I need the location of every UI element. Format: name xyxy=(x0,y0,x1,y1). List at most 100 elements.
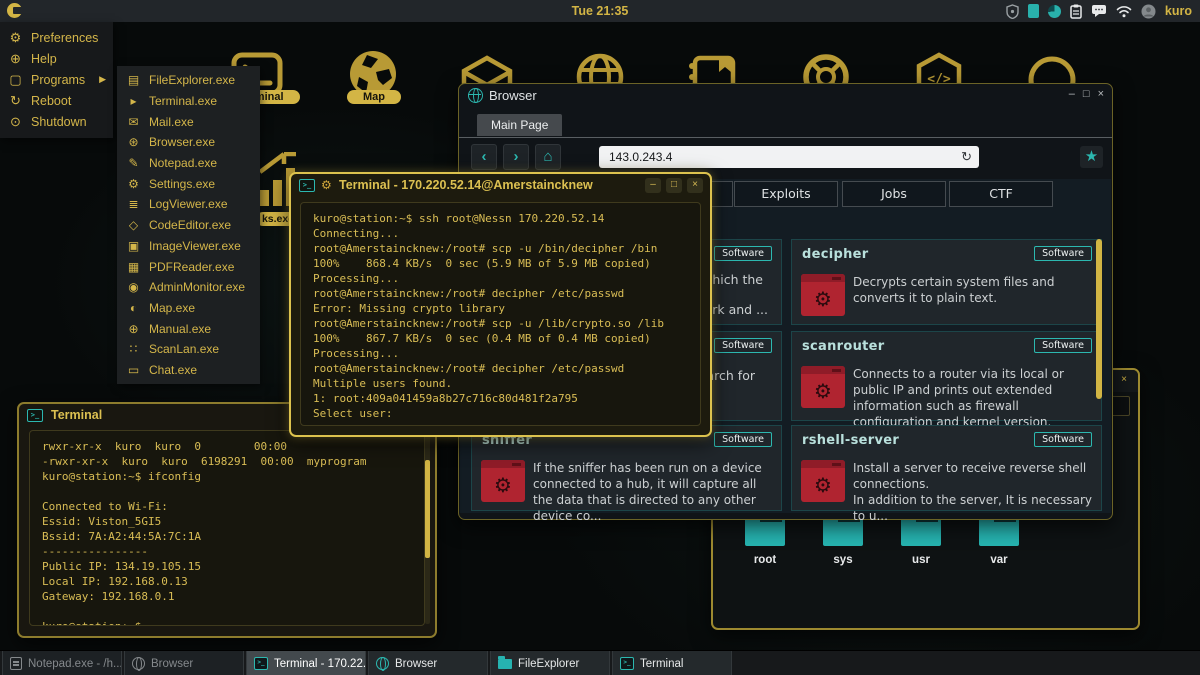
minimize-button[interactable]: – xyxy=(1069,88,1075,100)
browser-tab-main-page[interactable]: Main Page xyxy=(477,114,562,136)
programs-menu-item[interactable]: ▭ Chat.exe xyxy=(117,360,260,381)
username[interactable]: kuro xyxy=(1165,4,1192,18)
terminal-output[interactable]: kuro@station:~$ ssh root@Nessn 170.220.5… xyxy=(300,202,701,426)
back-button[interactable]: ‹ xyxy=(471,144,497,170)
close-icon[interactable]: × xyxy=(1116,373,1132,388)
taskbar-item-browser-2[interactable]: Browser xyxy=(368,651,488,675)
wifi-icon xyxy=(1116,5,1132,18)
terminal-line: root@Amerstaincknew:/root# decipher /etc… xyxy=(313,361,688,376)
gear-icon: ⚙ xyxy=(8,30,23,46)
programs-menu-item[interactable]: ✎ Notepad.exe xyxy=(117,153,260,174)
menu-item-preferences[interactable]: ⚙ Preferences xyxy=(0,27,113,48)
programs-menu-item[interactable]: ◐ Map.exe xyxy=(117,298,260,319)
terminal-remote-window: >_ ⚙ Terminal - 170.220.52.14@Amerstainc… xyxy=(289,172,712,437)
software-app-icon: ⚙ xyxy=(801,366,845,408)
program-label: FileExplorer.exe xyxy=(149,73,235,87)
program-app-icon: ≣ xyxy=(126,197,141,211)
close-icon[interactable]: × xyxy=(687,178,703,193)
terminal-local-window: >_ Terminal rwxr-xr-x kuro kuro 0 00:00-… xyxy=(17,402,437,638)
menu-item-programs[interactable]: ▢ Programs ▶ xyxy=(0,69,113,90)
segment-tab-exploits[interactable]: Exploits xyxy=(734,181,838,207)
terminal-line: Connecting... xyxy=(313,226,688,241)
browser-scrollbar[interactable] xyxy=(1096,239,1102,399)
program-app-icon: ⊕ xyxy=(126,322,141,336)
programs-menu-item[interactable]: ▣ ImageViewer.exe xyxy=(117,236,260,257)
terminal-line: Gateway: 192.168.0.1 xyxy=(42,589,412,604)
programs-menu-item[interactable]: ≣ LogViewer.exe xyxy=(117,194,260,215)
software-card-scanrouter[interactable]: scanrouter Software ⚙ Connects to a rout… xyxy=(791,331,1102,421)
taskbar-item-browser-1[interactable]: Browser xyxy=(124,651,244,675)
avatar-icon[interactable] xyxy=(1141,4,1156,19)
taskbar-item-label: Browser xyxy=(151,658,193,670)
terminal-line: Multiple users found. xyxy=(313,376,688,391)
bookmark-button[interactable]: ★ xyxy=(1080,146,1103,168)
program-label: Terminal.exe xyxy=(149,94,217,108)
terminal-line: rwxr-xr-x kuro kuro 0 00:00 xyxy=(42,439,412,454)
terminal-title: Terminal xyxy=(51,408,102,422)
taskbar-item-terminal-local[interactable]: >_ Terminal xyxy=(612,651,732,675)
programs-menu-item[interactable]: ▤ FileExplorer.exe xyxy=(117,70,260,91)
programs-menu-item[interactable]: ∷ ScanLan.exe xyxy=(117,339,260,360)
clipboard-icon xyxy=(1070,4,1082,19)
menu-item-help[interactable]: ⊕ Help xyxy=(0,48,113,69)
terminal-output[interactable]: rwxr-xr-x kuro kuro 0 00:00-rwxr-xr-x ku… xyxy=(29,430,425,626)
program-app-icon: ▸ xyxy=(126,94,141,108)
software-app-icon: ⚙ xyxy=(481,460,525,502)
software-card-sniffer[interactable]: sniffer Software ⚙ If the sniffer has be… xyxy=(471,425,782,511)
terminal-line: Bssid: 7A:A2:44:5A:7C:1A xyxy=(42,529,412,544)
terminal-line: root@Amerstaincknew:/root# scp -u /lib/c… xyxy=(313,316,688,331)
terminal-line: Processing... xyxy=(313,346,688,361)
programs-menu-item[interactable]: ⊛ Browser.exe xyxy=(117,132,260,153)
programs-menu-item[interactable]: ◇ CodeEditor.exe xyxy=(117,215,260,236)
menu-item-shutdown[interactable]: ⊙ Shutdown xyxy=(0,111,113,132)
program-label: AdminMonitor.exe xyxy=(149,280,245,294)
terminal-line: 100% 868.4 KB/s 0 sec (5.9 MB of 5.9 MB … xyxy=(313,256,688,271)
terminal-titlebar[interactable]: >_ ⚙ Terminal - 170.220.52.14@Amerstainc… xyxy=(291,174,710,198)
refresh-icon[interactable]: ↻ xyxy=(961,146,972,168)
browser-icon xyxy=(376,657,389,670)
software-app-icon: ⚙ xyxy=(801,460,845,502)
programs-menu-item[interactable]: ▸ Terminal.exe xyxy=(117,91,260,112)
folder-icon xyxy=(498,659,512,669)
close-icon[interactable]: × xyxy=(1098,88,1104,100)
tab-divider xyxy=(459,137,1112,138)
terminal-line: 1: root:409a041459a8b27c716c80d481f2a795 xyxy=(313,391,688,406)
card-title: rshell-server xyxy=(802,433,899,448)
taskbar: Notepad.exe - /h... Browser >_ Terminal … xyxy=(0,650,1200,675)
browser-icon xyxy=(132,657,145,670)
minimize-button[interactable]: – xyxy=(645,178,661,193)
menu-item-reboot[interactable]: ↻ Reboot xyxy=(0,90,113,111)
taskbar-item-fileexplorer[interactable]: FileExplorer xyxy=(490,651,610,675)
programs-menu-item[interactable]: ⊕ Manual.exe xyxy=(117,318,260,339)
home-button[interactable]: ⌂ xyxy=(535,144,561,170)
address-bar[interactable]: 143.0.243.4 ↻ xyxy=(599,146,979,168)
program-label: Map.exe xyxy=(149,301,195,315)
taskbar-item-notepad[interactable]: Notepad.exe - /h... xyxy=(2,651,122,675)
browser-titlebar[interactable]: Browser – □ × xyxy=(459,84,1112,108)
software-card-decipher[interactable]: decipher Software ⚙ Decrypts certain sys… xyxy=(791,239,1102,325)
terminal-icon: >_ xyxy=(254,657,268,670)
program-app-icon: ▭ xyxy=(126,363,141,377)
programs-menu-item[interactable]: ✉ Mail.exe xyxy=(117,111,260,132)
maximize-button[interactable]: □ xyxy=(666,178,682,193)
programs-menu-item[interactable]: ⚙ Settings.exe xyxy=(117,173,260,194)
program-app-icon: ▣ xyxy=(126,239,141,253)
notepad-icon xyxy=(10,657,22,670)
scrollbar-thumb[interactable] xyxy=(425,460,430,558)
terminal-line: kuro@station:~$ ifconfig xyxy=(42,469,412,484)
terminal-line: kuro@station:~$ ssh root@Nessn 170.220.5… xyxy=(313,211,688,226)
forward-button[interactable]: › xyxy=(503,144,529,170)
programs-menu-item[interactable]: ◉ AdminMonitor.exe xyxy=(117,277,260,298)
programs-menu-item[interactable]: ▦ PDFReader.exe xyxy=(117,256,260,277)
program-app-icon: ✎ xyxy=(126,156,141,170)
terminal-line: Essid: Viston_5GI5 xyxy=(42,514,412,529)
address-text: 143.0.243.4 xyxy=(609,150,672,164)
maximize-button[interactable]: □ xyxy=(1083,88,1090,100)
taskbar-item-terminal-remote[interactable]: >_ Terminal - 170.22... xyxy=(246,651,366,675)
card-title: scanrouter xyxy=(802,339,885,354)
segment-tab-ctf[interactable]: CTF xyxy=(949,181,1053,207)
terminal-line xyxy=(42,604,412,619)
software-card-rshell-server[interactable]: rshell-server Software ⚙ Install a serve… xyxy=(791,425,1102,511)
card-description: Decrypts certain system files and conver… xyxy=(853,274,1094,306)
segment-tab-jobs[interactable]: Jobs xyxy=(842,181,946,207)
